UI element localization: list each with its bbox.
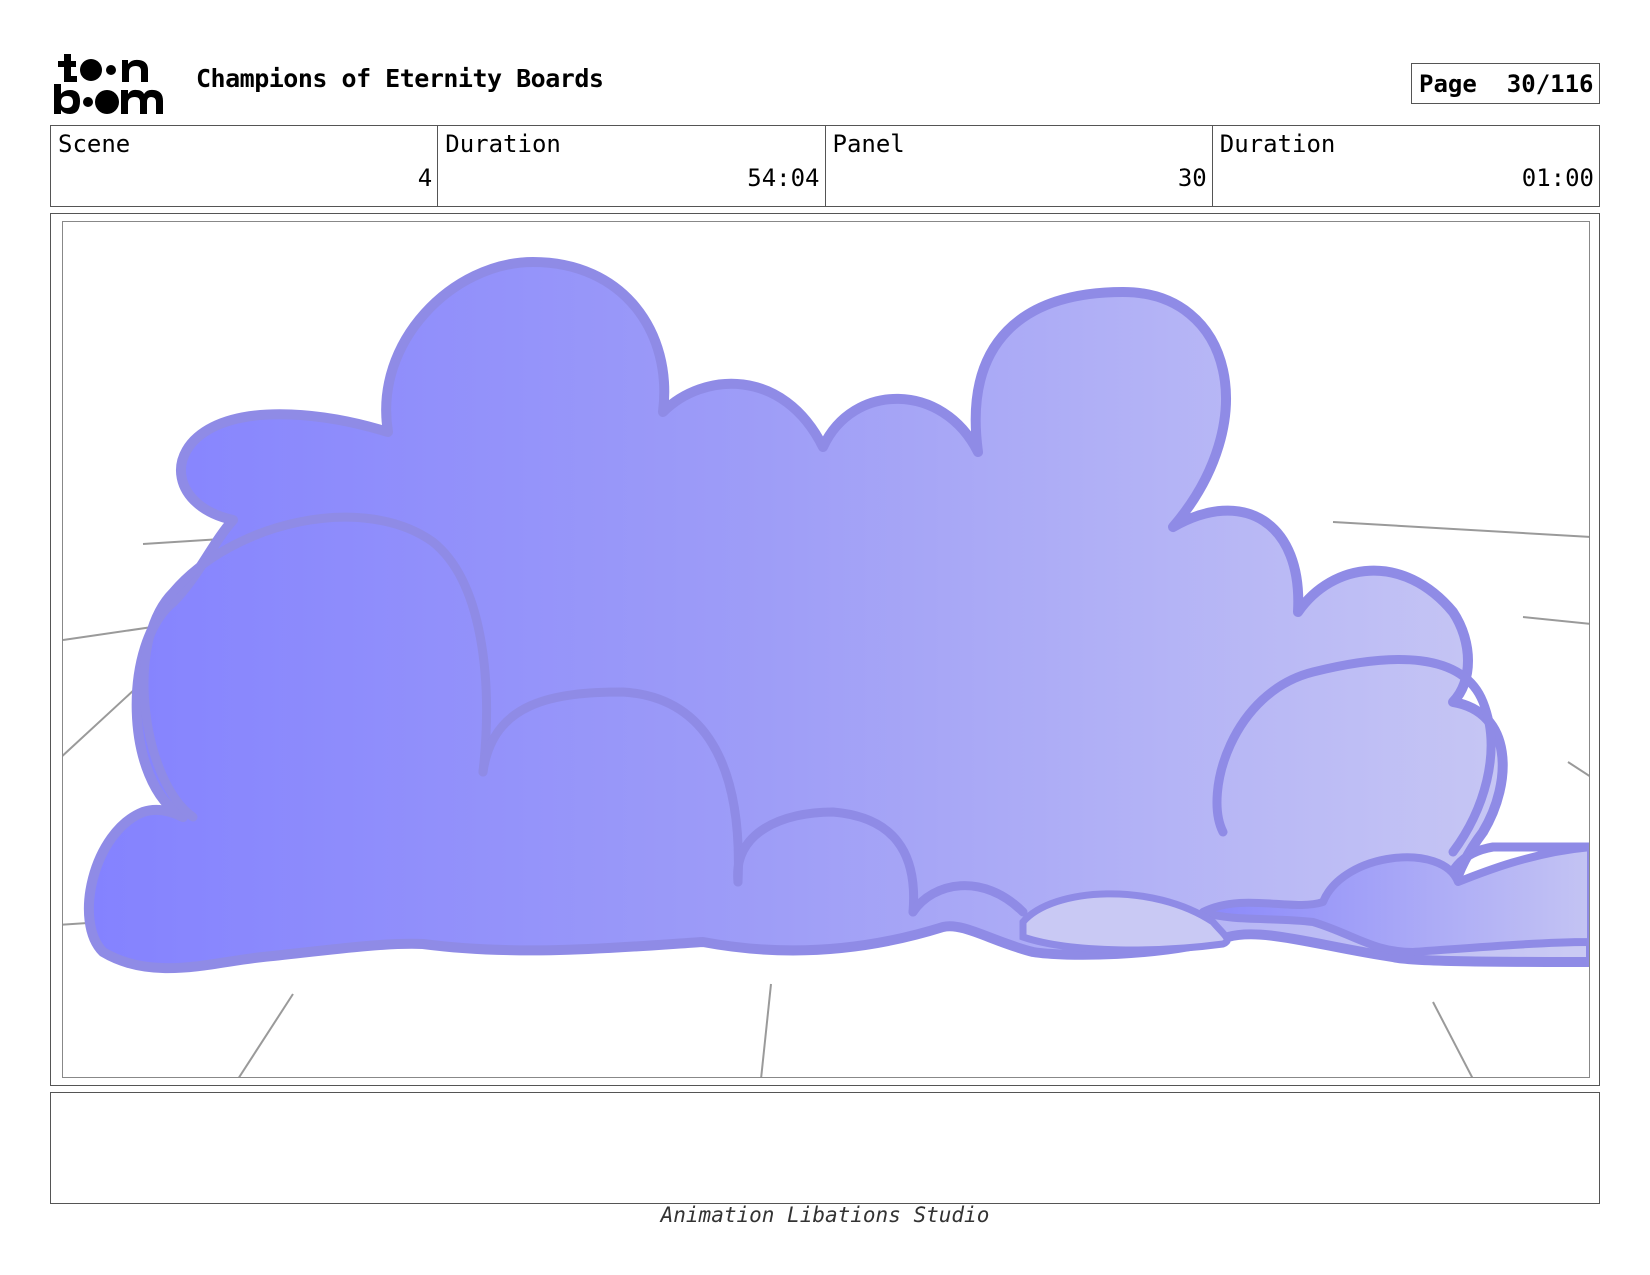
panel-value: 30 [1177,164,1207,192]
scene-cell: Scene 4 [51,126,439,206]
cloud-drawing [63,257,1589,1077]
scene-value: 4 [417,164,433,192]
studio-footer: Animation Libations Studio [660,1203,990,1227]
panel-duration-cell: Duration 01:00 [1213,126,1599,206]
panel-frame [62,221,1590,1078]
panel-info-row: Scene 4 Duration 54:04 Panel 30 Duration… [50,125,1600,207]
panel-label: Panel [832,130,905,158]
panel-cell: Panel 30 [826,126,1213,206]
document-title: Champions of Eternity Boards [196,64,604,93]
scene-duration-value: 54:04 [747,164,820,192]
scene-label: Scene [58,130,131,158]
page-label: Page [1419,69,1477,98]
toon-boom-logo [52,52,170,116]
notes-box [50,1092,1600,1204]
panel-duration-label: Duration [1219,130,1336,158]
scene-duration-label: Duration [445,130,561,158]
page-indicator: Page 30/116 [1411,63,1600,104]
scene-duration-cell: Duration 54:04 [438,126,826,206]
page-number: 30/116 [1506,69,1594,98]
panel-duration-value: 01:00 [1521,164,1594,192]
storyboard-panel [50,213,1600,1086]
